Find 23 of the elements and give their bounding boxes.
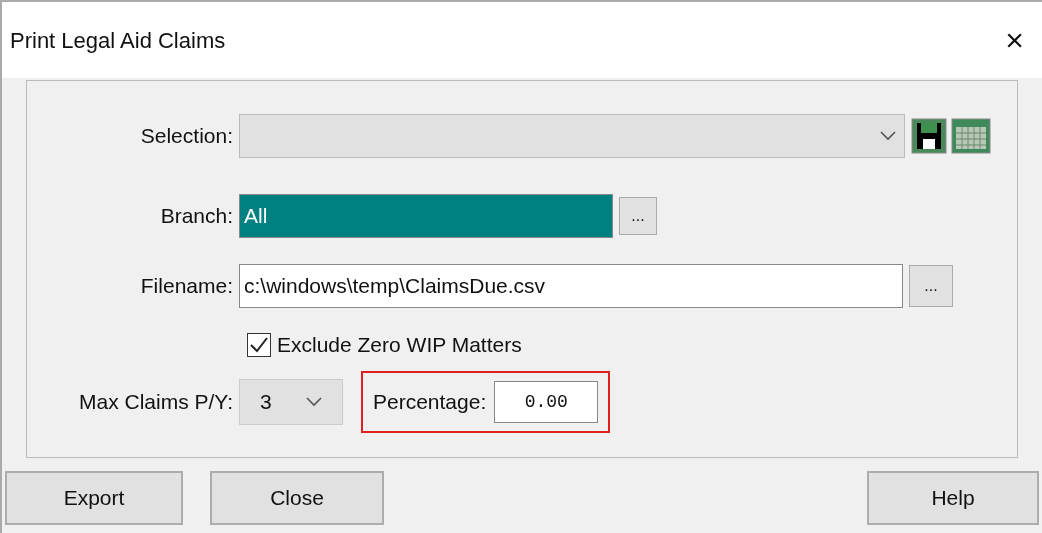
chevron-down-icon [306, 397, 322, 407]
dropdown-value: 3 [260, 389, 272, 416]
browse-button[interactable]: ... [619, 197, 657, 235]
chevron-down-icon [880, 131, 896, 141]
field-value: All [244, 203, 268, 230]
checkbox-label: Exclude Zero WIP Matters [277, 332, 522, 359]
window-title: Print Legal Aid Claims [10, 26, 226, 55]
max-claims-dropdown[interactable]: 3 [239, 379, 343, 425]
field-label: Filename: [139, 273, 234, 300]
dialog-button[interactable]: Help [867, 471, 1039, 525]
field-label: Selection: [139, 123, 234, 150]
field-label: Max Claims P/Y: [77, 389, 234, 416]
close-button[interactable]: × [1001, 24, 1028, 56]
branch-field[interactable]: All [239, 194, 613, 238]
field-label: Percentage: [373, 389, 487, 416]
save-icon[interactable] [911, 118, 947, 154]
dialog-button[interactable]: Export [5, 471, 183, 525]
checkbox[interactable] [247, 333, 271, 357]
percentage-field[interactable]: 0.00 [494, 381, 599, 423]
dialog-button[interactable]: Close [210, 471, 384, 525]
filename-field[interactable]: c:\windows\temp\ClaimsDue.csv [239, 264, 903, 308]
browse-button[interactable]: ... [909, 265, 953, 307]
field-label: Branch: [159, 203, 234, 230]
